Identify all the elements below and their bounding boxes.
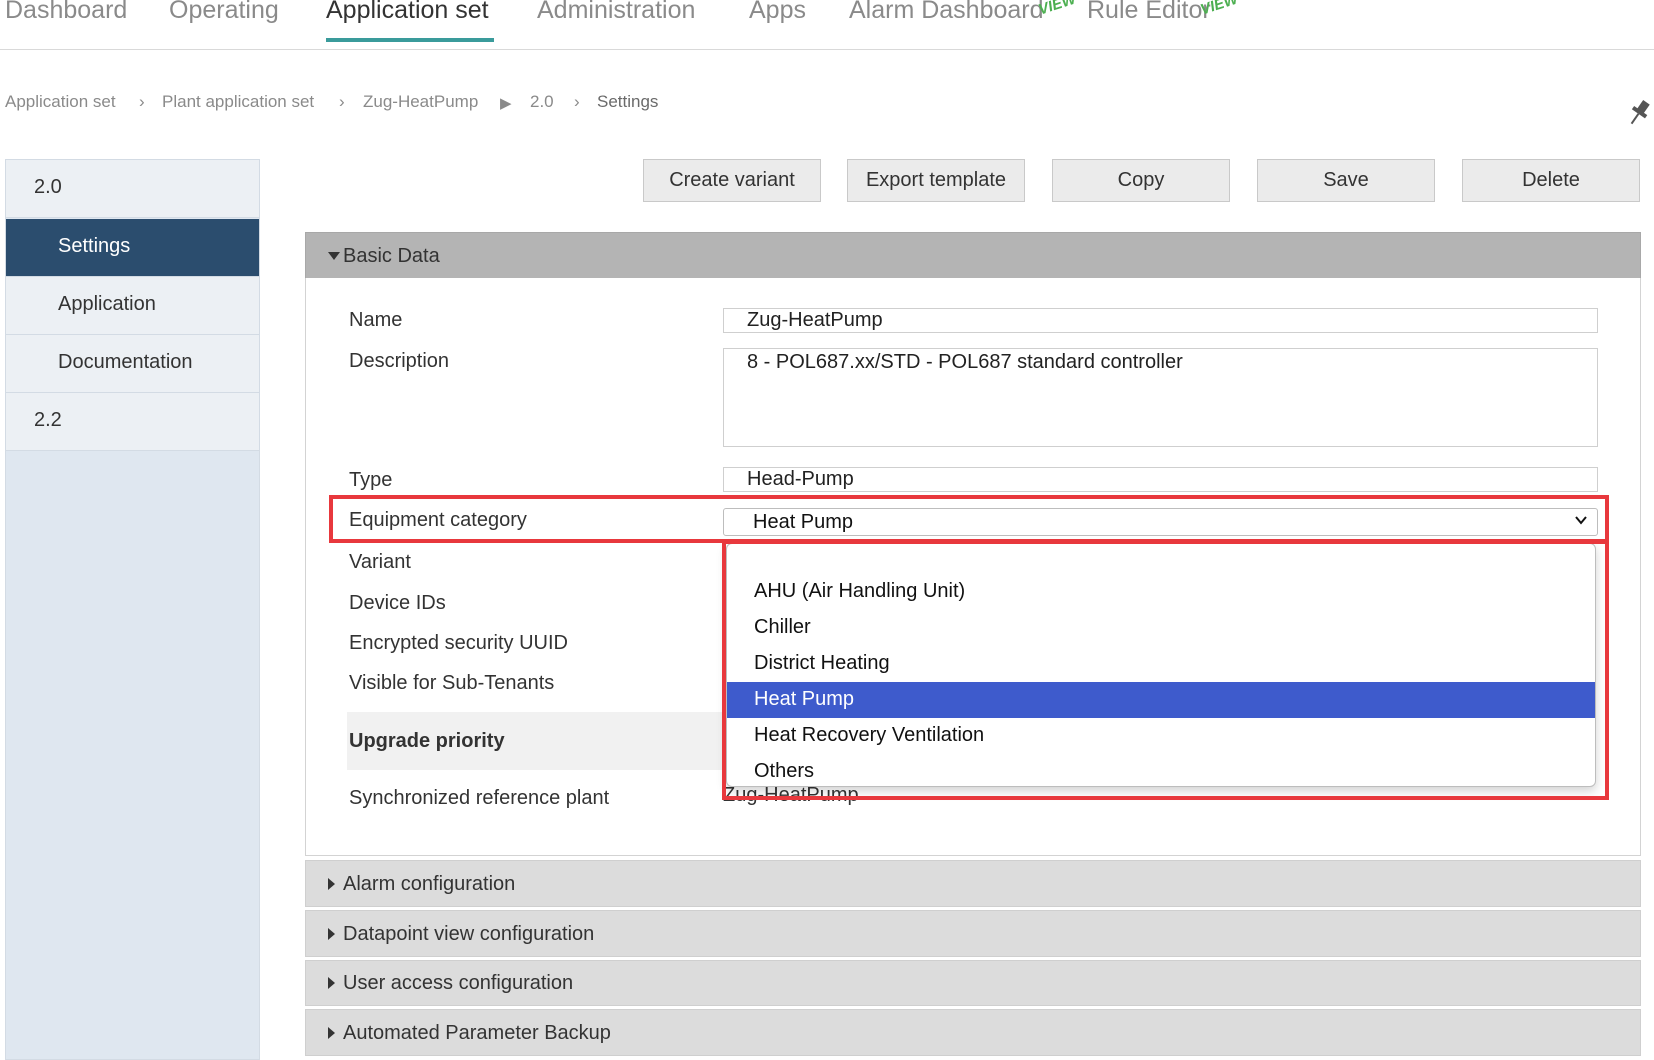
copy-button[interactable]: Copy bbox=[1052, 159, 1230, 202]
sidebar-item-version-2-2[interactable]: 2.2 bbox=[6, 393, 259, 451]
description-label: Description bbox=[349, 350, 450, 372]
option-label: District Heating bbox=[754, 652, 890, 674]
equipment-category-select[interactable]: Heat Pump bbox=[723, 508, 1598, 536]
save-button[interactable]: Save bbox=[1257, 159, 1435, 202]
section-basic-data[interactable]: Basic Data bbox=[305, 232, 1641, 279]
sidebar-item-label: Application bbox=[58, 293, 156, 315]
tab-application-set[interactable]: Application set bbox=[326, 0, 489, 25]
delete-button[interactable]: Delete bbox=[1462, 159, 1640, 202]
section-title: Basic Data bbox=[343, 245, 440, 267]
sidebar-item-application[interactable]: Application bbox=[6, 277, 259, 335]
section-user-access[interactable]: User access configuration bbox=[305, 960, 1641, 1006]
breadcrumb-zug-heatpump[interactable]: Zug-HeatPump bbox=[363, 92, 478, 112]
create-variant-button[interactable]: Create variant bbox=[643, 159, 821, 202]
sidebar-item-label: Documentation bbox=[58, 351, 193, 373]
encrypted-uuid-label: Encrypted security UUID bbox=[349, 632, 568, 654]
option-label: Chiller bbox=[754, 616, 811, 638]
active-tab-indicator bbox=[326, 38, 494, 42]
name-field[interactable]: Zug-HeatPump bbox=[723, 308, 1598, 333]
device-ids-label: Device IDs bbox=[349, 592, 446, 614]
sidebar-item-label: Settings bbox=[58, 235, 131, 257]
breadcrumb-application-set[interactable]: Application set bbox=[5, 92, 116, 112]
tab-operating[interactable]: Operating bbox=[169, 0, 279, 25]
type-field[interactable]: Head-Pump bbox=[723, 467, 1598, 492]
caret-down-icon bbox=[328, 252, 340, 260]
type-label: Type bbox=[349, 469, 393, 491]
section-title: Alarm configuration bbox=[343, 873, 516, 895]
pin-icon[interactable] bbox=[1628, 98, 1650, 128]
breadcrumb-separator: › bbox=[574, 92, 580, 111]
option-label: Heat Recovery Ventilation bbox=[754, 724, 985, 746]
tab-apps[interactable]: Apps bbox=[749, 0, 806, 25]
variant-label: Variant bbox=[349, 551, 411, 573]
sidebar-item-documentation[interactable]: Documentation bbox=[6, 335, 259, 393]
breadcrumb-separator: › bbox=[339, 92, 345, 111]
breadcrumb-version[interactable]: 2.0 bbox=[530, 92, 554, 112]
tab-administration[interactable]: Administration bbox=[537, 0, 695, 25]
option-ahu[interactable]: AHU (Air Handling Unit) bbox=[727, 574, 1595, 610]
sidebar-item-label: 2.2 bbox=[34, 409, 62, 431]
option-others[interactable]: Others bbox=[727, 754, 1595, 786]
section-alarm-configuration[interactable]: Alarm configuration bbox=[305, 860, 1641, 907]
caret-right-icon bbox=[328, 977, 335, 989]
option-heat-pump[interactable]: Heat Pump bbox=[727, 682, 1595, 718]
section-automated-backup[interactable]: Automated Parameter Backup bbox=[305, 1009, 1641, 1056]
top-navigation: Dashboard Operating Application set Admi… bbox=[0, 0, 1654, 50]
tab-rule-editor[interactable]: Rule Editor bbox=[1087, 0, 1211, 25]
sidebar-item-version-2-0[interactable]: 2.0 bbox=[6, 160, 259, 218]
export-template-button[interactable]: Export template bbox=[847, 159, 1025, 202]
select-value: Heat Pump bbox=[753, 511, 854, 533]
preview-badge: VIEW bbox=[1198, 0, 1241, 19]
sidebar: 2.0 Settings Application Documentation 2… bbox=[5, 159, 260, 1060]
preview-badge: VIEW bbox=[1036, 0, 1079, 19]
option-chiller[interactable]: Chiller bbox=[727, 610, 1595, 646]
sidebar-item-label: 2.0 bbox=[34, 176, 62, 198]
breadcrumb-settings: Settings bbox=[597, 92, 659, 111]
breadcrumb-separator: ▶ bbox=[500, 95, 512, 112]
breadcrumb-plant-application-set[interactable]: Plant application set bbox=[162, 92, 314, 112]
caret-right-icon bbox=[328, 878, 335, 890]
option-label: AHU (Air Handling Unit) bbox=[754, 580, 966, 602]
visible-sub-tenants-label: Visible for Sub-Tenants bbox=[349, 672, 555, 694]
chevron-down-icon bbox=[1575, 516, 1587, 525]
option-heat-recovery-ventilation[interactable]: Heat Recovery Ventilation bbox=[727, 718, 1595, 754]
sidebar-item-settings[interactable]: Settings bbox=[6, 219, 259, 277]
section-title: Datapoint view configuration bbox=[343, 923, 595, 945]
equipment-category-label: Equipment category bbox=[349, 509, 527, 531]
description-field[interactable]: 8 - POL687.xx/STD - POL687 standard cont… bbox=[723, 348, 1598, 447]
option-district-heating[interactable]: District Heating bbox=[727, 646, 1595, 682]
sync-reference-plant-label: Synchronized reference plant bbox=[349, 787, 610, 809]
sync-reference-plant-value: Zug-HeatPump bbox=[723, 784, 859, 806]
caret-right-icon bbox=[328, 1027, 335, 1039]
caret-right-icon bbox=[328, 928, 335, 940]
option-label: Others bbox=[754, 760, 815, 782]
option-label: Heat Pump bbox=[754, 688, 855, 710]
tab-dashboard[interactable]: Dashboard bbox=[5, 0, 127, 25]
name-label: Name bbox=[349, 309, 403, 331]
breadcrumb-separator: › bbox=[139, 92, 145, 111]
section-title: User access configuration bbox=[343, 972, 574, 994]
equipment-category-dropdown: AHU (Air Handling Unit) Chiller District… bbox=[726, 543, 1596, 787]
section-title: Automated Parameter Backup bbox=[343, 1022, 611, 1044]
upgrade-priority-label: Upgrade priority bbox=[349, 730, 505, 752]
tab-alarm-dashboard[interactable]: Alarm Dashboard bbox=[849, 0, 1044, 25]
section-datapoint-view[interactable]: Datapoint view configuration bbox=[305, 910, 1641, 957]
